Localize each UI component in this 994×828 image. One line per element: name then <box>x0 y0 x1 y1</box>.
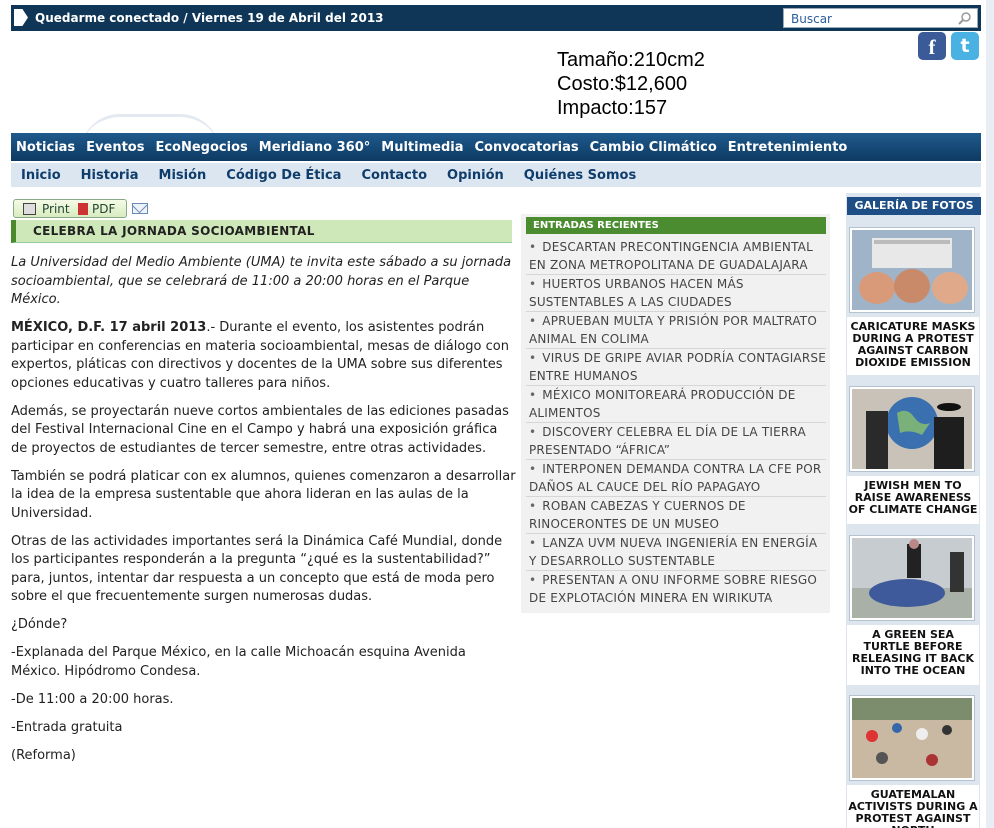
list-item[interactable]: • ROBAN CABEZAS Y CUERNOS DE RINOCERONTES… <box>526 497 826 534</box>
subnav-item-inicio[interactable]: Inicio <box>21 168 61 183</box>
nav-item-convocatorias[interactable]: Convocatorias <box>475 140 579 155</box>
article-paragraph: También se podrá platicar con ex alumnos… <box>11 468 516 521</box>
arrow-doc-icon <box>14 9 28 26</box>
article-paragraph: ¿Dónde? <box>11 617 68 632</box>
subnav-item-opinion[interactable]: Opinión <box>447 168 504 183</box>
gallery-photo[interactable] <box>849 386 975 472</box>
top-bar-text[interactable]: Quedarme conectado / Viernes 19 de Abril… <box>35 11 384 25</box>
photo-masks <box>852 230 972 310</box>
facebook-icon[interactable]: f <box>918 32 946 60</box>
nav-item-econegocios[interactable]: EcoNegocios <box>155 140 247 155</box>
stat-cost: Costo:$12,600 <box>557 73 688 95</box>
article-paragraph: -De 11:00 a 20:00 horas. <box>11 691 174 707</box>
main-nav: Noticias Eventos EcoNegocios Meridiano 3… <box>11 133 981 161</box>
photo-turtle <box>852 538 972 618</box>
list-item[interactable]: • INTERPONEN DEMANDA CONTRA LA CFE POR DA… <box>526 460 826 497</box>
gallery-caption: JEWISH MEN TO RAISE AWARENESS OF CLIMATE… <box>847 476 979 524</box>
email-icon[interactable] <box>132 203 148 214</box>
subnav-item-quienes-somos[interactable]: Quiénes Somos <box>524 168 636 183</box>
recent-entries-list: • DESCARTAN PRECONTINGENCIA AMBIENTAL EN … <box>526 238 826 608</box>
top-bar: Quedarme conectado / Viernes 19 de Abril… <box>11 5 981 31</box>
printer-icon <box>23 203 36 215</box>
photo-protest <box>852 698 972 778</box>
subnav-item-contacto[interactable]: Contacto <box>361 168 427 183</box>
article-intro: La Universidad del Medio Ambiente (UMA) … <box>11 255 512 307</box>
list-item[interactable]: • VIRUS DE GRIPE AVIAR PODRÍA CONTAGIARSE… <box>526 349 826 386</box>
print-label: Print <box>42 202 70 216</box>
gallery-caption: CARICATURE MASKS DURING A PROTEST AGAINS… <box>847 317 979 375</box>
search-input[interactable]: Buscar <box>783 8 978 28</box>
recent-entries-panel: ENTRADAS RECIENTES • DESCARTAN PRECONTING… <box>521 214 830 613</box>
article-dateline: MÉXICO, D.F. 17 abril 2013 <box>11 320 207 335</box>
list-item[interactable]: • PRESENTAN A ONU INFORME SOBRE RIESGO DE… <box>526 571 826 608</box>
article-title: CELEBRA LA JORNADA SOCIOAMBIENTAL <box>11 220 512 243</box>
gallery-caption: A GREEN SEA TURTLE BEFORE RELEASING IT B… <box>847 625 979 685</box>
pdf-label: PDF <box>92 202 116 216</box>
photo-globe <box>852 389 972 469</box>
stat-size: Tamaño:210cm2 <box>557 49 705 71</box>
subnav-item-codigo-etica[interactable]: Código De Ética <box>226 168 341 183</box>
nav-item-meridiano[interactable]: Meridiano 360° <box>259 140 371 155</box>
list-item[interactable]: • DISCOVERY CELEBRA EL DÍA DE LA TIERRA P… <box>526 423 826 460</box>
article-body: La Universidad del Medio Ambiente (UMA) … <box>11 254 516 775</box>
recent-entries-heading: ENTRADAS RECIENTES <box>526 217 826 234</box>
search-icon[interactable] <box>958 12 971 25</box>
print-pdf-button[interactable]: Print PDF <box>13 199 127 218</box>
list-item[interactable]: • APRUEBAN MULTA Y PRISIÓN POR MALTRATO A… <box>526 312 826 349</box>
article-paragraph: -Entrada gratuita <box>11 719 123 735</box>
twitter-icon[interactable]: t <box>951 32 979 60</box>
gallery-caption: GUATEMALAN ACTIVISTS DURING A PROTEST AG… <box>847 785 979 828</box>
gallery-photo[interactable] <box>849 535 975 621</box>
list-item[interactable]: • DESCARTAN PRECONTINGENCIA AMBIENTAL EN … <box>526 238 826 275</box>
list-item[interactable]: • LANZA UVM NUEVA INGENIERÍA EN ENERGÍA Y… <box>526 534 826 571</box>
article-paragraph: Además, se proyectarán nueve cortos ambi… <box>11 403 509 456</box>
gallery-photo[interactable] <box>849 227 975 313</box>
article-paragraph: Otras de las actividades importantes ser… <box>11 533 503 605</box>
list-item[interactable]: • MÉXICO MONITOREARÁ PRODUCCIÓN DE ALIMEN… <box>526 386 826 423</box>
scrollbar[interactable] <box>986 0 994 828</box>
gallery-heading: GALERÍA DE FOTOS <box>847 197 981 215</box>
nav-item-noticias[interactable]: Noticias <box>16 140 75 155</box>
list-item[interactable]: • HUERTOS URBANOS HACEN MÁS SUSTENTABLES … <box>526 275 826 312</box>
article-source: (Reforma) <box>11 747 76 763</box>
article-paragraph: -Explanada del Parque México, en la call… <box>11 645 466 679</box>
stats-overlay: Tamaño:210cm2 Costo:$12,600 Impacto:157 <box>557 48 705 120</box>
nav-item-eventos[interactable]: Eventos <box>86 140 144 155</box>
nav-item-multimedia[interactable]: Multimedia <box>381 140 463 155</box>
subnav-item-mision[interactable]: Misión <box>159 168 207 183</box>
search-placeholder: Buscar <box>791 12 832 26</box>
photo-gallery: GALERÍA DE FOTOS CARICATURE MASKS DURING… <box>846 193 981 828</box>
article-lead: MÉXICO, D.F. 17 abril 2013.- Durante el … <box>11 319 516 393</box>
nav-item-entretenimiento[interactable]: Entretenimiento <box>728 140 848 155</box>
nav-item-cambio-climatico[interactable]: Cambio Climático <box>590 140 717 155</box>
subnav-item-historia[interactable]: Historia <box>81 168 139 183</box>
stat-impact: Impacto:157 <box>557 97 668 119</box>
gallery-photo[interactable] <box>849 695 975 781</box>
pdf-icon <box>78 203 88 215</box>
sub-nav: Inicio Historia Misión Código De Ética C… <box>11 163 981 187</box>
